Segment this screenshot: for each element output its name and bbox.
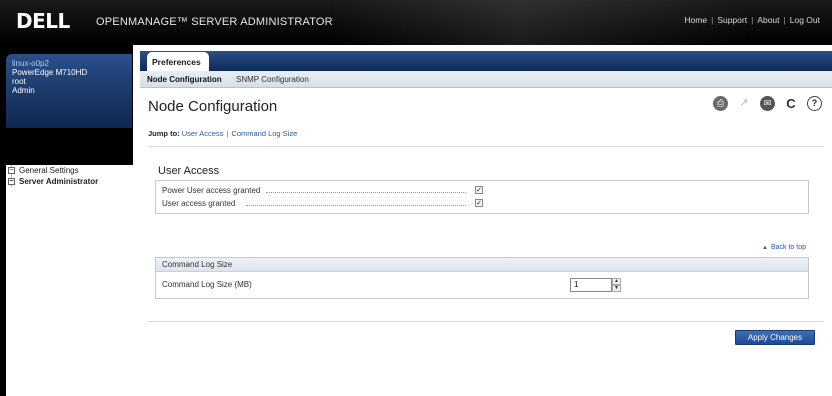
back-to-top-link[interactable]: ▲ Back to top: [762, 244, 806, 251]
tree-item-label: General Settings: [19, 166, 79, 175]
host-user: root: [12, 77, 26, 86]
jump-to-bar: Jump to: User Access | Command Log Size: [148, 129, 297, 138]
divider: [148, 321, 824, 322]
subtab-node-configuration[interactable]: Node Configuration: [147, 75, 222, 84]
separator: |: [711, 15, 714, 25]
stepper-down-icon[interactable]: ▼: [612, 285, 621, 292]
app-title: OPENMANAGE™ SERVER ADMINISTRATOR: [96, 16, 333, 28]
top-header: DELL OPENMANAGE™ SERVER ADMINISTRATOR Ho…: [0, 0, 832, 45]
email-icon[interactable]: ✉: [759, 96, 775, 111]
collapse-icon[interactable]: −: [8, 178, 15, 185]
nav-tree: − General Settings − Server Administrato…: [6, 165, 133, 396]
export-icon[interactable]: ↗: [736, 96, 752, 111]
home-link[interactable]: Home: [684, 15, 707, 25]
command-log-box: Command Log Size Command Log Size (MB) 1…: [155, 257, 809, 299]
leader-dots: [266, 192, 466, 193]
separator: |: [783, 15, 786, 25]
subtabs-bar: Node Configuration SNMP Configuration: [140, 71, 832, 88]
up-arrow-icon: ▲: [762, 245, 768, 251]
tree-item-server-administrator[interactable]: − Server Administrator: [6, 176, 133, 187]
refresh-icon[interactable]: C: [783, 96, 799, 111]
help-icon[interactable]: ?: [807, 96, 822, 111]
separator: |: [751, 15, 754, 25]
command-log-label: Command Log Size (MB): [162, 280, 252, 289]
jump-link-command-log-size[interactable]: Command Log Size: [231, 129, 297, 138]
power-user-access-row: Power User access granted ✓: [156, 184, 808, 197]
toolbar: ⎙ ↗ ✉ C ?: [707, 96, 822, 111]
divider: [148, 146, 824, 147]
power-user-checkbox[interactable]: ✓: [475, 186, 483, 194]
row-label: User access granted: [162, 199, 236, 208]
user-access-checkbox[interactable]: ✓: [475, 199, 483, 207]
command-log-header: Command Log Size: [156, 258, 808, 272]
leader-dots: [246, 205, 466, 206]
command-log-stepper: ▲ ▼: [612, 278, 621, 292]
top-links: Home | Support | About | Log Out: [684, 15, 820, 25]
host-model: PowerEdge M710HD: [12, 68, 88, 77]
command-log-size-input[interactable]: 1: [570, 278, 612, 292]
tabs-bar: [140, 51, 832, 71]
command-log-row: Command Log Size (MB) 1 ▲ ▼: [156, 272, 808, 298]
logout-link[interactable]: Log Out: [790, 15, 820, 25]
stepper-up-icon[interactable]: ▲: [612, 278, 621, 285]
host-role: Admin: [12, 86, 35, 95]
tree-item-general-settings[interactable]: − General Settings: [6, 165, 133, 176]
tab-preferences[interactable]: Preferences: [147, 52, 209, 71]
support-link[interactable]: Support: [717, 15, 747, 25]
host-name: linux-o0p2: [12, 59, 49, 68]
jump-to-label: Jump to:: [148, 129, 180, 138]
user-access-title: User Access: [158, 165, 220, 177]
tree-item-label: Server Administrator: [19, 177, 99, 186]
about-link[interactable]: About: [757, 15, 779, 25]
dell-logo: DELL: [16, 9, 70, 33]
subtab-snmp-configuration[interactable]: SNMP Configuration: [236, 75, 309, 84]
print-icon[interactable]: ⎙: [712, 96, 728, 111]
user-access-row: User access granted ✓: [156, 197, 808, 210]
user-access-box: Power User access granted ✓ User access …: [155, 180, 809, 214]
collapse-icon[interactable]: −: [8, 167, 15, 174]
jump-link-user-access[interactable]: User Access: [182, 129, 224, 138]
apply-changes-button[interactable]: Apply Changes: [735, 330, 815, 345]
back-to-top-label: Back to top: [770, 244, 806, 251]
main-content: Node Configuration ⎙ ↗ ✉ C ? Jump to: Us…: [140, 88, 832, 396]
host-info-box[interactable]: linux-o0p2 PowerEdge M710HD root Admin: [6, 54, 132, 128]
separator: |: [226, 129, 229, 138]
sidebar: linux-o0p2 PowerEdge M710HD root Admin −…: [0, 45, 133, 396]
page-title: Node Configuration: [148, 98, 278, 115]
row-label: Power User access granted: [162, 186, 261, 195]
